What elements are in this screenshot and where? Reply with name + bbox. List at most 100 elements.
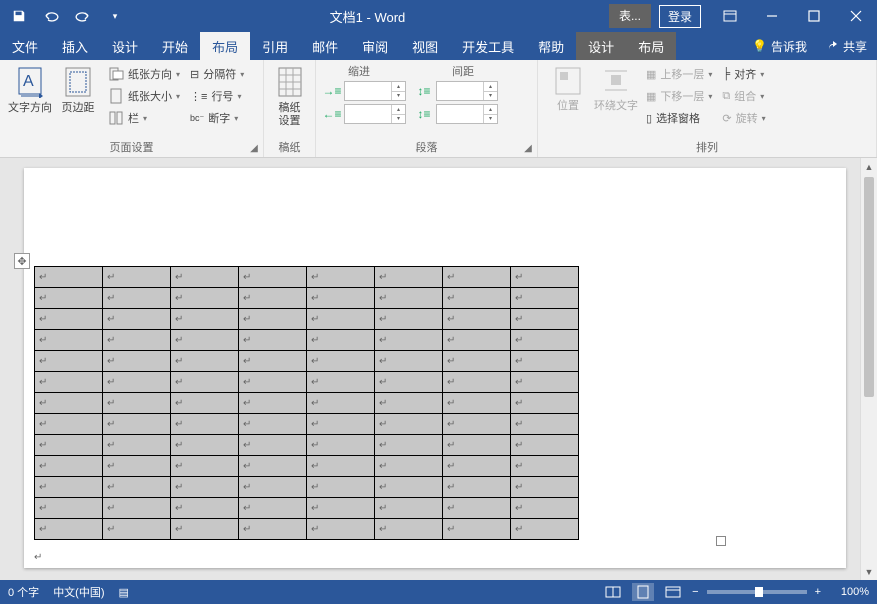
size-button[interactable]: 纸张大小▾ [106,85,182,107]
table-cell[interactable]: ↵ [35,477,103,498]
table-cell[interactable]: ↵ [239,477,307,498]
table-cell[interactable]: ↵ [511,288,579,309]
table-cell[interactable]: ↵ [307,393,375,414]
table-cell[interactable]: ↵ [35,372,103,393]
table-cell[interactable]: ↵ [375,435,443,456]
hyphenation-button[interactable]: bc⁻断字▾ [188,107,246,129]
table-cell[interactable]: ↵ [239,330,307,351]
scroll-thumb[interactable] [864,177,874,397]
tab-table-design[interactable]: 设计 [576,32,626,60]
table-cell[interactable]: ↵ [307,351,375,372]
table-cell[interactable]: ↵ [307,519,375,540]
table-cell[interactable]: ↵ [375,309,443,330]
read-mode-button[interactable] [602,583,624,601]
table-cell[interactable]: ↵ [35,435,103,456]
table-cell[interactable]: ↵ [239,351,307,372]
table-cell[interactable]: ↵ [171,309,239,330]
table-cell[interactable]: ↵ [35,519,103,540]
table-cell[interactable]: ↵ [511,372,579,393]
tab-help[interactable]: 帮助 [526,32,576,60]
table-cell[interactable]: ↵ [103,309,171,330]
print-layout-button[interactable] [632,583,654,601]
tell-me-button[interactable]: 💡 告诉我 [752,38,807,55]
line-numbers-button[interactable]: ⋮≡行号▾ [188,85,246,107]
zoom-out-button[interactable]: − [692,586,698,598]
indent-right-input[interactable]: ▴▾ [344,104,406,124]
table-cell[interactable]: ↵ [511,309,579,330]
tab-layout[interactable]: 布局 [200,32,250,60]
table-cell[interactable]: ↵ [511,393,579,414]
table-cell[interactable]: ↵ [307,498,375,519]
table-cell[interactable]: ↵ [307,414,375,435]
table-cell[interactable]: ↵ [375,372,443,393]
table-cell[interactable]: ↵ [103,288,171,309]
zoom-level[interactable]: 100% [829,586,869,598]
maximize-button[interactable] [793,0,835,32]
word-count[interactable]: 0 个字 [8,584,39,600]
table-cell[interactable]: ↵ [511,519,579,540]
zoom-slider[interactable] [707,590,807,594]
table-cell[interactable]: ↵ [103,477,171,498]
breaks-button[interactable]: ⊟分隔符▾ [188,63,246,85]
table-cell[interactable]: ↵ [239,393,307,414]
space-before-input[interactable]: ▴▾ [436,81,498,101]
margins-button[interactable]: 页边距 [54,63,102,115]
table-cell[interactable]: ↵ [171,498,239,519]
redo-button[interactable] [72,5,94,27]
table-cell[interactable]: ↵ [35,393,103,414]
table-cell[interactable]: ↵ [511,435,579,456]
table-cell[interactable]: ↵ [35,288,103,309]
save-button[interactable] [8,5,30,27]
table-cell[interactable]: ↵ [103,456,171,477]
table-cell[interactable]: ↵ [443,330,511,351]
table-cell[interactable]: ↵ [307,288,375,309]
page[interactable]: ✥ ↵↵↵↵↵↵↵↵↵↵↵↵↵↵↵↵↵↵↵↵↵↵↵↵↵↵↵↵↵↵↵↵↵↵↵↵↵↵… [24,168,846,568]
orientation-button[interactable]: 纸张方向▾ [106,63,182,85]
table-cell[interactable]: ↵ [443,351,511,372]
table-cell[interactable]: ↵ [171,519,239,540]
table-cell[interactable]: ↵ [307,330,375,351]
table-cell[interactable]: ↵ [239,267,307,288]
table-cell[interactable]: ↵ [307,435,375,456]
tab-view[interactable]: 视图 [400,32,450,60]
table-cell[interactable]: ↵ [239,414,307,435]
table-cell[interactable]: ↵ [511,477,579,498]
scroll-down-button[interactable]: ▼ [861,563,877,580]
tab-mailings[interactable]: 邮件 [300,32,350,60]
table-cell[interactable]: ↵ [307,309,375,330]
page-setup-launcher[interactable]: ◢ [247,141,261,155]
table-cell[interactable]: ↵ [375,267,443,288]
table-cell[interactable]: ↵ [375,351,443,372]
table-cell[interactable]: ↵ [103,351,171,372]
web-layout-button[interactable] [662,583,684,601]
table-cell[interactable]: ↵ [103,519,171,540]
minimize-button[interactable] [751,0,793,32]
table-resize-handle[interactable] [716,536,726,546]
table-cell[interactable]: ↵ [239,288,307,309]
table-move-handle[interactable]: ✥ [14,253,30,269]
table-cell[interactable]: ↵ [443,435,511,456]
table-cell[interactable]: ↵ [375,477,443,498]
tab-design[interactable]: 设计 [100,32,150,60]
table-cell[interactable]: ↵ [307,456,375,477]
undo-button[interactable] [40,5,62,27]
tab-references[interactable]: 引用 [250,32,300,60]
table-cell[interactable]: ↵ [307,267,375,288]
table-cell[interactable]: ↵ [375,288,443,309]
table-cell[interactable]: ↵ [35,267,103,288]
table-cell[interactable]: ↵ [443,414,511,435]
table-cell[interactable]: ↵ [443,498,511,519]
table-cell[interactable]: ↵ [375,498,443,519]
table-cell[interactable]: ↵ [35,309,103,330]
table-cell[interactable]: ↵ [35,351,103,372]
table-cell[interactable]: ↵ [103,435,171,456]
table-cell[interactable]: ↵ [239,309,307,330]
table-cell[interactable]: ↵ [443,477,511,498]
table-cell[interactable]: ↵ [511,456,579,477]
table-cell[interactable]: ↵ [171,372,239,393]
table-cell[interactable]: ↵ [171,351,239,372]
table-cell[interactable]: ↵ [443,288,511,309]
table-cell[interactable]: ↵ [35,498,103,519]
table-cell[interactable]: ↵ [443,456,511,477]
table-cell[interactable]: ↵ [171,435,239,456]
